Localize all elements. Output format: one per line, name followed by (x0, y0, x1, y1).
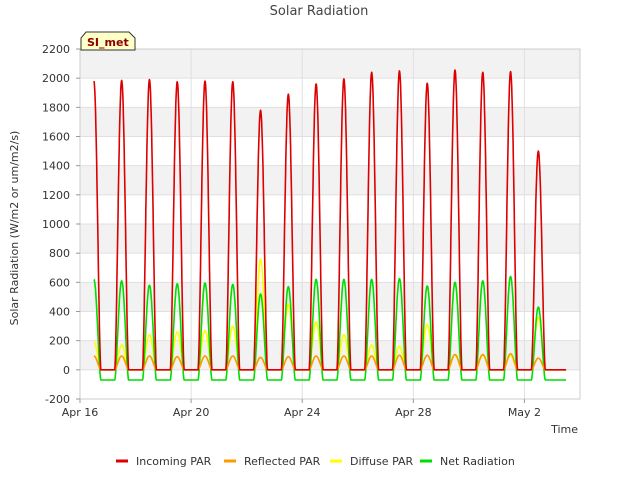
site-badge: SI_met (80, 31, 136, 51)
solar-radiation-chart: -200 0 200 400 600 800 1000 1200 1400 1600 1800 200… (0, 0, 640, 480)
x-tick-label: Apr 16 (62, 406, 99, 419)
legend-label: Reflected PAR (244, 455, 321, 468)
plot-band (80, 224, 580, 254)
plot-band (80, 107, 580, 137)
y-tick-label: 2200 (42, 43, 70, 56)
y-tick-label: 1400 (42, 160, 70, 173)
chart-title: Solar Radiation (270, 4, 369, 19)
y-tick-label: 600 (49, 276, 70, 289)
plot-band (80, 49, 580, 79)
y-axis-title: Solar Radiation (W/m2 or um/m2/s) (8, 131, 21, 326)
x-tick-label: Apr 28 (395, 406, 432, 419)
y-tick-label: 400 (49, 306, 70, 319)
y-tick-label: 200 (49, 335, 70, 348)
legend: Incoming PAR Reflected PAR Diffuse PAR Net … (116, 455, 515, 468)
x-tick-label: May 2 (508, 406, 541, 419)
x-axis-title: Time (550, 423, 578, 436)
y-tick-label: 1200 (42, 189, 70, 202)
y-tick-label: 1000 (42, 218, 70, 231)
y-tick-label: 800 (49, 247, 70, 260)
x-tick-label: Apr 24 (284, 406, 321, 419)
site-badge-label: SI_met (87, 36, 129, 49)
legend-label: Incoming PAR (136, 455, 212, 468)
y-tick-label: 2000 (42, 72, 70, 85)
x-tick-label: Apr 20 (173, 406, 210, 419)
y-tick-label: 0 (63, 364, 70, 377)
y-tick-label: -200 (45, 393, 70, 406)
plot-band (80, 165, 580, 195)
y-tick-label: 1600 (42, 131, 70, 144)
legend-label: Diffuse PAR (350, 455, 414, 468)
y-tick-label: 1800 (42, 101, 70, 114)
legend-label: Net Radiation (440, 455, 515, 468)
